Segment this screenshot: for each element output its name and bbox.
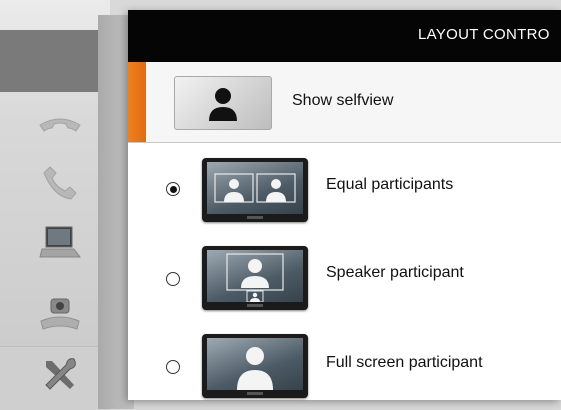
two-people-icon	[214, 173, 296, 203]
equal-layout-thumbnail[interactable]	[202, 158, 308, 222]
show-selfview-row[interactable]: Show selfview	[128, 62, 561, 143]
fullscreen-layout-thumbnail[interactable]	[202, 334, 308, 398]
speaker-participant-label: Speaker participant	[326, 264, 464, 281]
panel-header: LAYOUT CONTRO	[128, 10, 561, 62]
camera-icon[interactable]	[32, 292, 88, 338]
equal-participants-label: Equal participants	[326, 176, 454, 193]
selected-indicator	[128, 62, 146, 142]
fullscreen-person-icon	[237, 347, 273, 390]
sidebar-header-band	[0, 30, 110, 92]
handset-icon[interactable]	[32, 160, 88, 206]
laptop-icon[interactable]	[32, 218, 88, 264]
speaker-participant-radio[interactable]	[166, 272, 180, 286]
layout-option-equal[interactable]: Equal participants	[128, 146, 561, 232]
handset-down-icon[interactable]	[32, 100, 88, 146]
person-icon	[209, 88, 237, 121]
full-screen-participant-label: Full screen participant	[326, 354, 483, 371]
sidebar	[0, 0, 110, 410]
equal-participants-radio[interactable]	[166, 182, 180, 196]
tools-icon[interactable]	[32, 352, 88, 398]
speaker-person-icon	[226, 253, 284, 302]
selfview-button[interactable]	[174, 76, 272, 130]
panel-title: LAYOUT CONTRO	[418, 26, 550, 43]
full-screen-participant-radio[interactable]	[166, 360, 180, 374]
layout-control-panel: LAYOUT CONTRO Show selfview Equal partic…	[128, 10, 561, 400]
speaker-layout-thumbnail[interactable]	[202, 246, 308, 310]
show-selfview-label: Show selfview	[292, 92, 394, 109]
layout-option-speaker[interactable]: Speaker participant	[128, 232, 561, 318]
layout-option-fullscreen[interactable]: Full screen participant	[128, 318, 561, 404]
